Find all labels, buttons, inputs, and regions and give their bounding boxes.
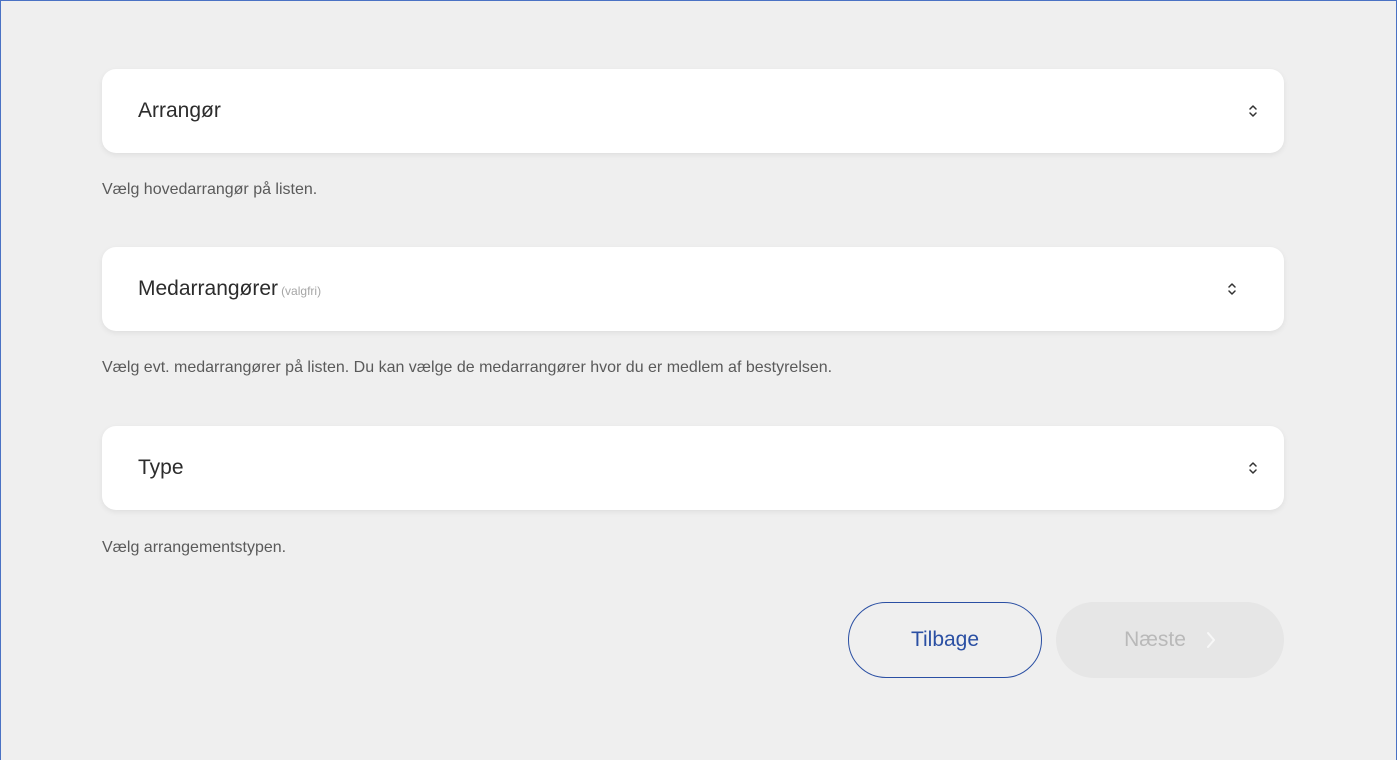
organizer-select[interactable]: Arrangør xyxy=(102,69,1284,153)
type-select-label: Type xyxy=(138,456,184,479)
chevron-right-icon xyxy=(1206,632,1215,648)
co-organizers-select[interactable]: Medarrangører (valgfri) xyxy=(102,247,1284,331)
up-down-chevron-icon xyxy=(1249,105,1257,117)
organizer-select-label: Arrangør xyxy=(138,99,221,122)
type-help-text: Vælg arrangementstypen. xyxy=(102,539,287,556)
co-organizers-select-label: Medarrangører (valgfri) xyxy=(138,277,321,301)
back-button[interactable]: Tilbage xyxy=(848,602,1042,678)
up-down-chevron-icon xyxy=(1228,283,1236,295)
type-select[interactable]: Type xyxy=(102,426,1284,510)
form-container: Arrangør Vælg hovedarrangør på listen. M… xyxy=(0,0,1397,760)
next-button[interactable]: Næste xyxy=(1056,602,1284,678)
co-organizers-help-text: Vælg evt. medarrangører på listen. Du ka… xyxy=(102,359,833,376)
organizer-help-text: Vælg hovedarrangør på listen. xyxy=(102,181,318,198)
up-down-chevron-icon xyxy=(1249,462,1257,474)
back-button-label: Tilbage xyxy=(910,628,980,651)
optional-tag: (valgfri) xyxy=(281,284,322,298)
co-organizers-label-text: Medarrangører xyxy=(138,277,279,300)
next-button-label: Næste xyxy=(1124,628,1186,651)
